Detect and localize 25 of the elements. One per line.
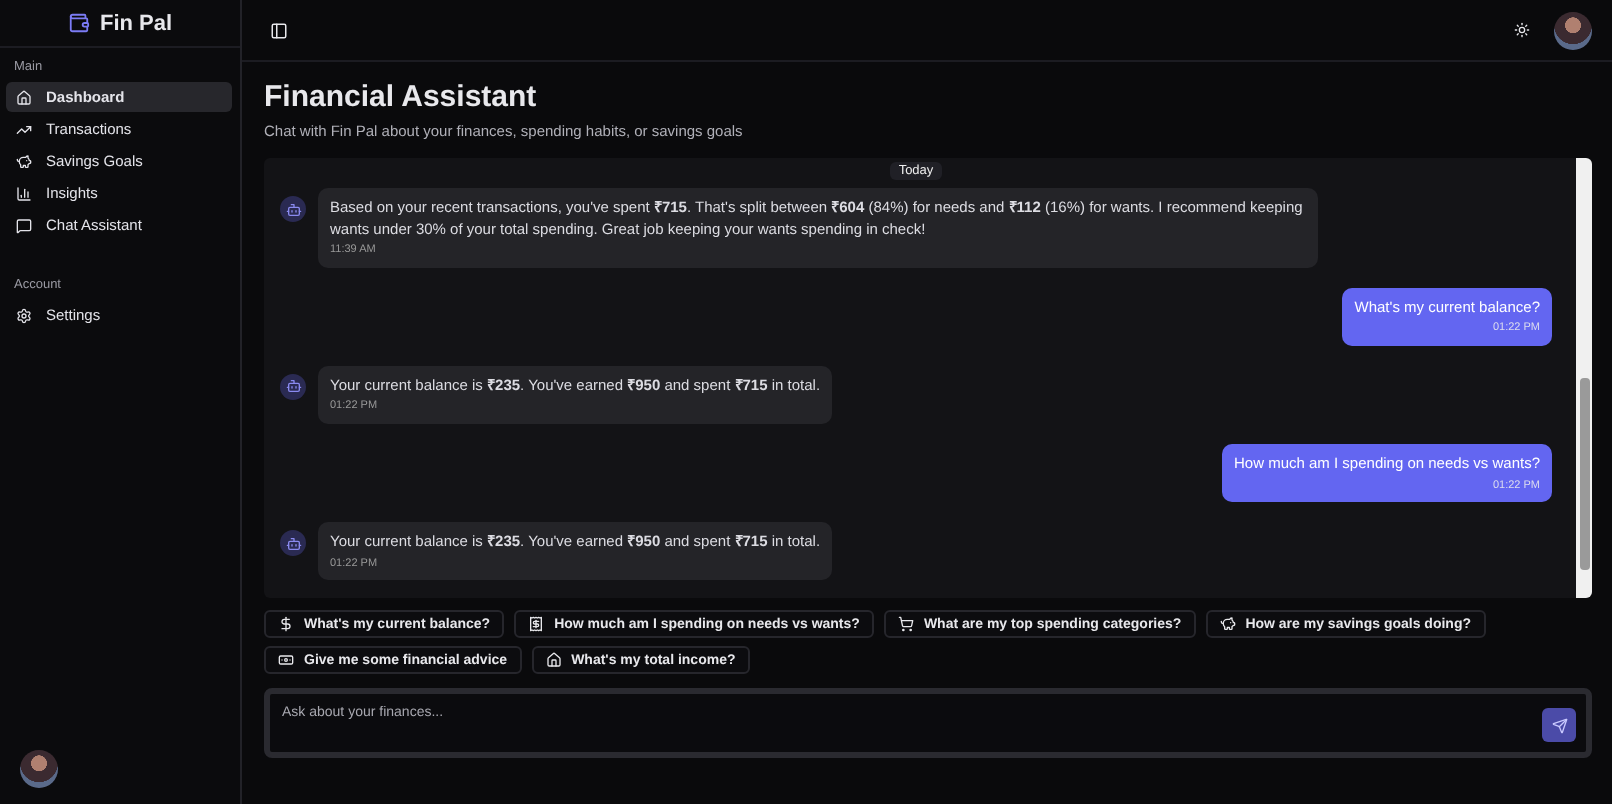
piggy-icon <box>16 153 32 169</box>
home-icon <box>545 652 562 668</box>
user-avatar[interactable] <box>1554 11 1592 49</box>
bot-avatar <box>280 530 306 557</box>
cash-icon <box>278 652 294 668</box>
chart-icon <box>16 185 32 201</box>
page-title: Financial Assistant <box>264 80 539 114</box>
theme-toggle-icon[interactable] <box>1514 22 1530 38</box>
home-icon <box>16 89 32 105</box>
cart-icon <box>897 616 914 632</box>
send-icon <box>1551 717 1567 733</box>
trend-icon <box>16 121 32 137</box>
bot-avatar <box>280 196 306 222</box>
receipt-icon <box>528 616 545 632</box>
piggy-icon <box>1219 616 1236 632</box>
wallet-icon <box>67 12 90 34</box>
bot-avatar <box>280 373 306 400</box>
gear-icon <box>16 307 32 323</box>
app-name: Fin Pal <box>99 11 173 35</box>
send-button[interactable] <box>1542 708 1576 742</box>
chat-icon <box>16 217 32 233</box>
sidebar-toggle-icon[interactable] <box>270 21 288 39</box>
dollar-icon <box>278 616 294 632</box>
scrollbar[interactable] <box>1576 158 1592 598</box>
user-avatar[interactable] <box>20 750 58 788</box>
